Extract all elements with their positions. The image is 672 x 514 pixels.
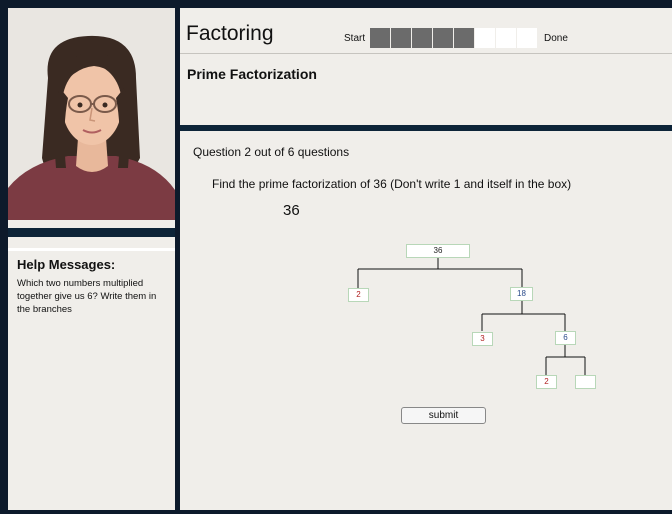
avatar-image <box>8 8 175 220</box>
help-title: Help Messages: <box>17 257 116 272</box>
tree-node-left[interactable]: 2 <box>348 288 369 302</box>
progress-segment-filled <box>454 28 474 48</box>
progress-done-label: Done <box>544 33 568 44</box>
tree-node-right-right[interactable]: 6 <box>555 331 576 345</box>
question-panel: Question 2 out of 6 questions Find the p… <box>180 133 672 510</box>
help-panel: Help Messages: Which two numbers multipl… <box>8 248 175 510</box>
header-divider <box>180 53 672 54</box>
avatar-divider-bar <box>8 220 175 248</box>
tree-node-root[interactable]: 36 <box>406 244 470 258</box>
tree-node-rr-left[interactable]: 2 <box>536 375 557 389</box>
tree-node-right-left[interactable]: 3 <box>472 332 493 346</box>
progress-start-label: Start <box>344 33 366 44</box>
progress-segment-filled <box>391 28 411 48</box>
lesson-subtitle: Prime Factorization <box>187 66 317 82</box>
progress-segment-empty <box>517 28 537 48</box>
avatar <box>8 8 175 220</box>
submit-button[interactable]: submit <box>401 407 486 424</box>
progress-segment-empty <box>475 28 495 48</box>
header-panel: Factoring Start Done Prime Factorization <box>180 8 672 120</box>
help-message: Which two numbers multiplied together gi… <box>17 278 157 315</box>
progress-segment-empty <box>496 28 516 48</box>
tree-node-right[interactable]: 18 <box>510 287 533 301</box>
progress-bar <box>370 28 538 48</box>
progress-segment-filled <box>433 28 453 48</box>
header-question-divider <box>180 120 672 133</box>
lesson-title: Factoring <box>186 22 274 45</box>
factor-tree-lines <box>357 258 586 375</box>
tree-node-rr-right[interactable] <box>575 375 596 389</box>
progress-segment-filled <box>412 28 432 48</box>
progress-segment-filled <box>370 28 390 48</box>
